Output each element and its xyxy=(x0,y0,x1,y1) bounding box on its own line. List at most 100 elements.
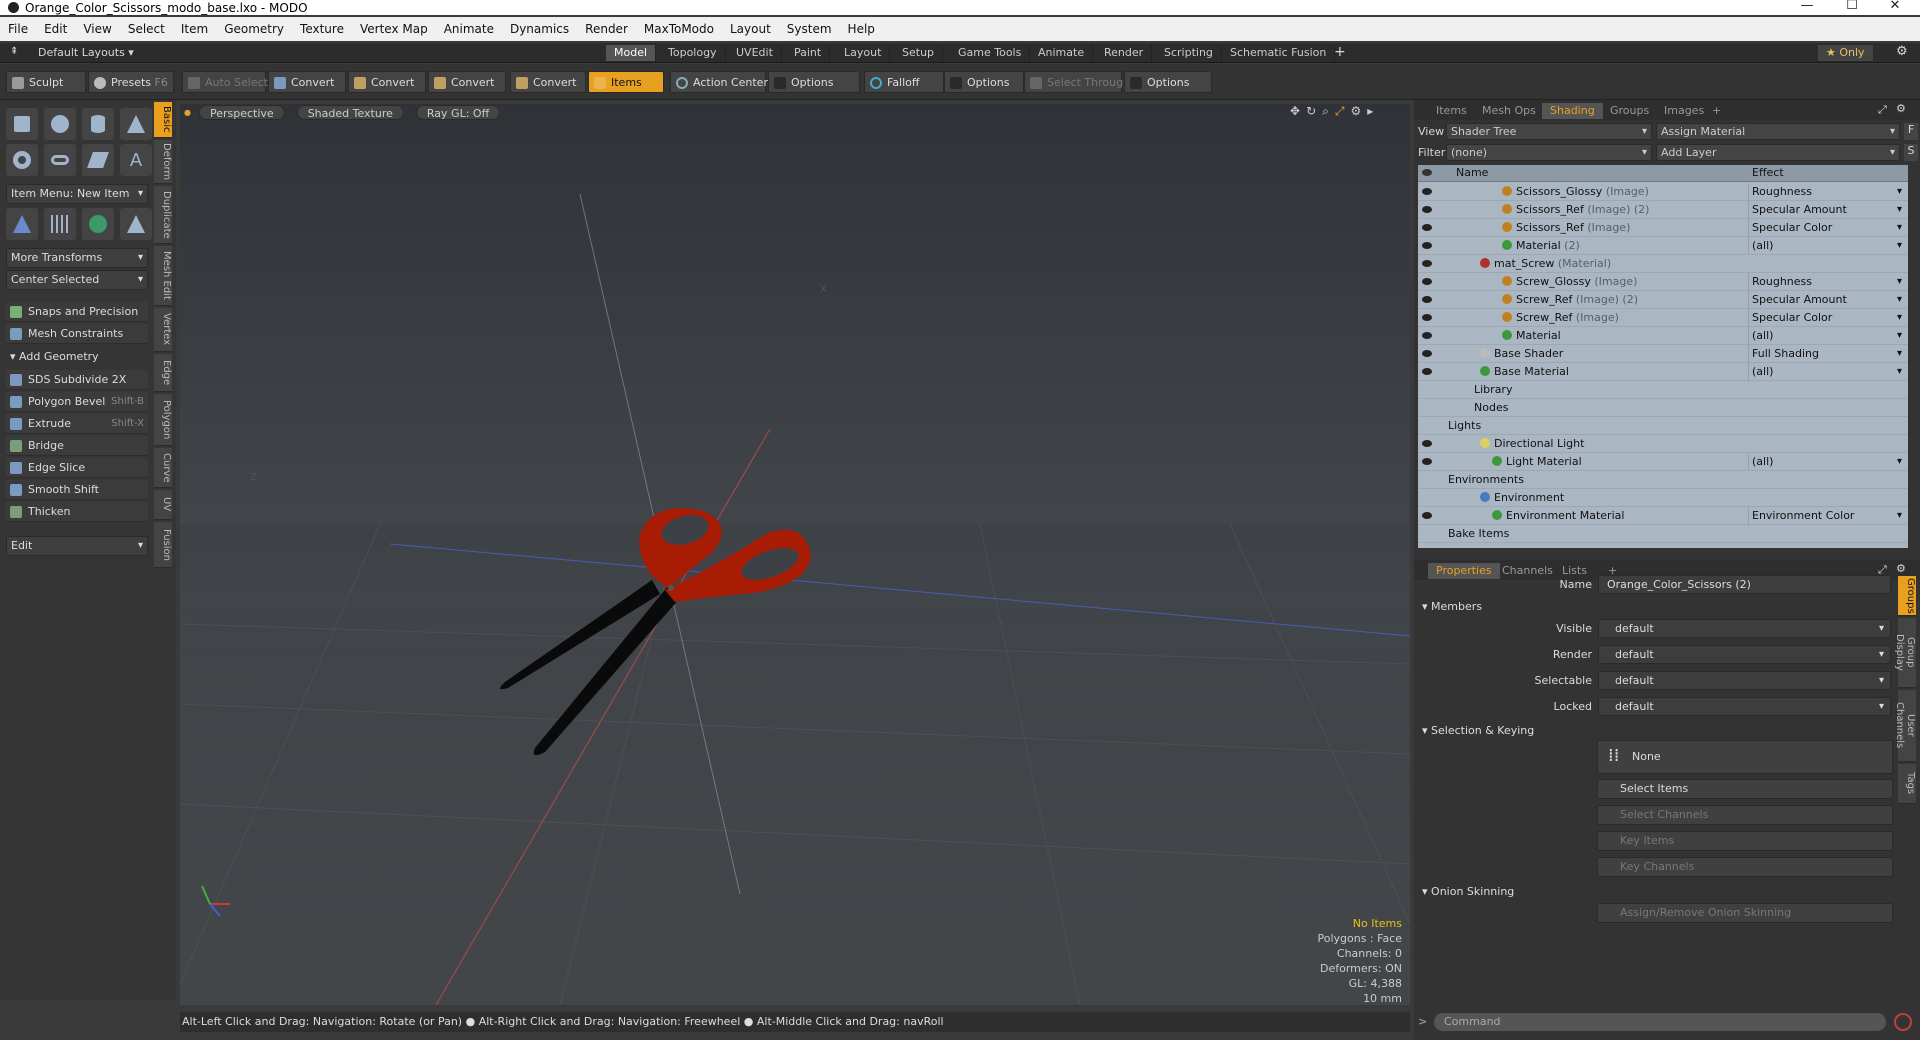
convert-item-button[interactable]: Convert xyxy=(510,71,586,93)
pen-icon[interactable] xyxy=(82,144,114,176)
select-items-button[interactable]: Select Items xyxy=(1597,779,1893,799)
eye-icon[interactable] xyxy=(1422,512,1432,519)
tab-schematic-fusion[interactable]: Schematic Fusion xyxy=(1222,45,1336,61)
item-menu-dropdown[interactable]: Item Menu: New Item xyxy=(6,184,148,204)
shader-tree-row[interactable]: Material (2) (all) xyxy=(1418,237,1908,255)
effect-dropdown[interactable]: Specular Amount xyxy=(1748,291,1908,309)
select-options-button[interactable]: Options xyxy=(1124,71,1212,93)
sculpt-button[interactable]: Sculpt xyxy=(6,71,86,93)
menu-layout[interactable]: Layout xyxy=(722,22,779,36)
shader-tree-row[interactable]: Lights xyxy=(1418,417,1908,435)
gear-icon[interactable]: ⚙ xyxy=(1896,562,1906,575)
effect-dropdown[interactable]: Environment Color xyxy=(1748,507,1908,525)
menu-render[interactable]: Render xyxy=(577,22,636,36)
bridge-button[interactable]: Bridge xyxy=(6,436,148,456)
tab-vertex[interactable]: Vertex xyxy=(154,308,172,352)
effect-dropdown[interactable]: Roughness xyxy=(1748,273,1908,291)
shader-tree-row[interactable]: Screw_Ref (Image) (2) Specular Amount xyxy=(1418,291,1908,309)
tab-render[interactable]: Render xyxy=(1096,45,1153,61)
add-layout-button[interactable]: + xyxy=(1334,44,1346,60)
more-transforms-dropdown[interactable]: More Transforms xyxy=(6,248,148,268)
locked-dropdown[interactable]: default xyxy=(1598,697,1891,716)
shader-tree-row[interactable]: Scissors_Glossy (Image) Roughness xyxy=(1418,183,1908,201)
f-button[interactable]: F xyxy=(1904,123,1918,140)
col-effect[interactable]: Effect xyxy=(1752,166,1784,179)
tab-groups-side[interactable]: Groups xyxy=(1898,576,1916,616)
tab-edge[interactable]: Edge xyxy=(154,354,172,392)
viewport-menu-icon[interactable]: ● xyxy=(184,108,191,121)
close-button[interactable]: ✕ xyxy=(1880,0,1910,13)
tab-scripting[interactable]: Scripting xyxy=(1156,45,1222,61)
tab-deform[interactable]: Deform xyxy=(154,140,172,184)
shader-tree[interactable]: Name Effect Scissors_Glossy (Image) Rough… xyxy=(1418,165,1908,548)
center-selected-dropdown[interactable]: Center Selected xyxy=(6,270,148,290)
tab-items[interactable]: Items xyxy=(1428,103,1475,119)
edge-slice-button[interactable]: Edge Slice xyxy=(6,458,148,478)
effect-dropdown[interactable]: Full Shading xyxy=(1748,345,1908,363)
convert-edge-button[interactable]: Convert xyxy=(348,71,426,93)
mesh-constraints-button[interactable]: Mesh Constraints xyxy=(6,324,148,344)
convert-polygon-button[interactable]: Convert xyxy=(428,71,506,93)
shader-tree-row[interactable]: Environments xyxy=(1418,471,1908,489)
eye-icon[interactable] xyxy=(1422,169,1432,176)
text-tool-icon[interactable]: A xyxy=(120,144,152,176)
globe-icon[interactable] xyxy=(82,208,114,240)
key-channels-button[interactable]: Key Channels xyxy=(1597,857,1893,877)
tab-channels[interactable]: Channels xyxy=(1494,563,1561,579)
eye-icon[interactable] xyxy=(1422,458,1432,465)
tab-mesh-edit[interactable]: Mesh Edit xyxy=(154,246,172,306)
tab-polygon[interactable]: Polygon xyxy=(154,394,172,446)
tab-animate[interactable]: Animate xyxy=(1030,45,1094,61)
tab-uv[interactable]: UV xyxy=(154,490,172,520)
shader-tree-row[interactable]: Material (all) xyxy=(1418,327,1908,345)
add-layer-dropdown[interactable]: Add Layer xyxy=(1656,144,1900,161)
s-button[interactable]: S xyxy=(1904,144,1918,161)
falloff-button[interactable]: Falloff xyxy=(864,71,944,93)
shader-tree-row[interactable]: Scissors_Ref (Image) Specular Color xyxy=(1418,219,1908,237)
members-section[interactable]: ▾ Members xyxy=(1422,600,1482,613)
eye-icon[interactable] xyxy=(1422,188,1432,195)
effect-dropdown[interactable]: (all) xyxy=(1748,363,1908,381)
default-layouts-dropdown[interactable]: Default Layouts ▾ xyxy=(38,46,134,59)
eye-icon[interactable] xyxy=(1422,440,1432,447)
tab-layout[interactable]: Layout xyxy=(836,45,891,61)
eye-icon[interactable] xyxy=(1422,332,1432,339)
minimize-button[interactable]: — xyxy=(1792,0,1822,13)
edit-dropdown[interactable]: Edit xyxy=(6,536,148,556)
menu-animate[interactable]: Animate xyxy=(436,22,502,36)
pan-icon[interactable]: ✥ xyxy=(1290,104,1300,119)
tab-game-tools[interactable]: Game Tools xyxy=(950,45,1031,61)
tab-mesh-ops[interactable]: Mesh Ops xyxy=(1474,103,1544,119)
add-tab-button[interactable]: + xyxy=(1704,103,1729,119)
thicken-button[interactable]: Thicken xyxy=(6,502,148,522)
view-dropdown[interactable]: Shader Tree xyxy=(1446,123,1652,140)
polygon-bevel-button[interactable]: Polygon Bevel Shift-B xyxy=(6,392,148,412)
shader-tree-row[interactable]: Scissors_Ref (Image) (2) Specular Amount xyxy=(1418,201,1908,219)
torus-icon[interactable] xyxy=(6,144,38,176)
arrow-right-icon[interactable]: ▸ xyxy=(1367,104,1373,119)
snaps-precision-button[interactable]: Snaps and Precision xyxy=(6,302,148,322)
eye-icon[interactable] xyxy=(1422,350,1432,357)
shaded-texture-dropdown[interactable]: Shaded Texture xyxy=(296,105,404,120)
cube-icon[interactable] xyxy=(6,108,38,140)
tab-curve[interactable]: Curve xyxy=(154,448,172,488)
presets-button[interactable]: Presets F6 xyxy=(88,71,174,93)
effect-dropdown[interactable]: Specular Color xyxy=(1748,309,1908,327)
gear-icon[interactable]: ⚙ xyxy=(1350,104,1361,119)
convert-vertex-button[interactable]: Convert xyxy=(268,71,346,93)
tab-lists[interactable]: Lists xyxy=(1554,563,1595,579)
menu-help[interactable]: Help xyxy=(840,22,883,36)
auto-select-button[interactable]: Auto Select xyxy=(182,71,268,93)
add-geometry-header[interactable]: ▾ Add Geometry xyxy=(10,350,99,363)
shader-tree-row[interactable]: Base Material (all) xyxy=(1418,363,1908,381)
effect-dropdown[interactable]: Roughness xyxy=(1748,183,1908,201)
menu-maxtomodo[interactable]: MaxToModo xyxy=(636,22,722,36)
select-through-button[interactable]: Select Through xyxy=(1024,71,1130,93)
only-toggle[interactable]: ★ Only xyxy=(1818,45,1873,61)
rotate-icon[interactable]: ↻ xyxy=(1306,104,1316,119)
pyramid-icon[interactable] xyxy=(120,208,152,240)
tab-group-display[interactable]: Group Display xyxy=(1894,618,1916,688)
shader-tree-row[interactable]: mat_Screw (Material) xyxy=(1418,255,1908,273)
tab-groups[interactable]: Groups xyxy=(1602,103,1657,119)
col-name[interactable]: Name xyxy=(1456,166,1488,179)
